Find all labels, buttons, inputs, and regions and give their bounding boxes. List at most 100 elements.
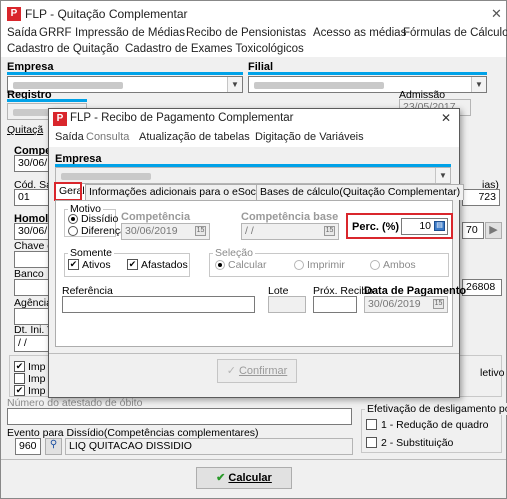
arrow-right-icon[interactable]: ▶ (485, 222, 502, 239)
imp-label-2: Imp (28, 373, 46, 385)
competencia-value: 30/06/2019 (125, 225, 178, 237)
reducao-quadro-label: 1 - Redução de quadro (381, 419, 489, 431)
calcular-radio[interactable] (215, 260, 225, 270)
dtini-field[interactable]: / / (14, 335, 50, 352)
recibo-dialog: P FLP - Recibo de Pagamento Complementar… (48, 108, 466, 398)
calendar-icon: 15 (195, 226, 206, 236)
evento-code-field[interactable]: 960 (15, 438, 41, 455)
data-pagamento-field: 30/06/2019 15 (364, 296, 448, 313)
blurred-text (61, 173, 151, 180)
geral-panel: Motivo Dissídio Diferença Competência 30… (55, 200, 466, 347)
dialog-title: FLP - Recibo de Pagamento Complementar (70, 112, 294, 124)
atestado-field[interactable] (7, 408, 352, 425)
afastados-checkbox[interactable]: ✔ (127, 259, 138, 270)
evento-desc-field: LIQ QUITACAO DISSIDIO (65, 438, 353, 455)
imp-checkbox-1[interactable]: ✔ (14, 361, 25, 372)
chevron-down-icon[interactable]: ▼ (227, 77, 242, 92)
dialog-menu-digitacao[interactable]: Digitação de Variáveis (255, 131, 364, 143)
imp-checkbox-3[interactable]: ✔ (14, 385, 25, 396)
prox-recibo-field[interactable] (313, 296, 357, 313)
imp-label-3: Imp (28, 385, 46, 397)
perc-field[interactable]: 10 ▤ (401, 218, 448, 235)
blurred-text (254, 82, 384, 89)
competencia-field: 30/06/2019 15 (121, 223, 210, 240)
check-icon: ✔ (216, 472, 226, 484)
ativos-label: Ativos (82, 259, 111, 271)
dialog-menubar: Saída Consulta Atualização de tabelas Di… (49, 129, 459, 147)
data-pagamento-value: 30/06/2019 (368, 298, 421, 310)
competencia-label: Competência (121, 211, 191, 223)
dialog-divider (49, 353, 459, 354)
competencia-base-field: / / 15 (241, 223, 339, 240)
cod-field[interactable]: 01 (14, 189, 50, 206)
menu-acesso-medias[interactable]: Acesso as médias (313, 27, 406, 39)
blurred-text (13, 82, 123, 89)
ias-field[interactable]: 723 (462, 189, 500, 206)
quitacao-label: Quitaçã (7, 124, 44, 136)
banco-field[interactable] (14, 279, 50, 296)
imprimir-radio[interactable] (294, 260, 304, 270)
menu-recibo-pensionistas[interactable]: Recibo de Pensionistas (186, 27, 306, 39)
ambos-radio[interactable] (370, 260, 380, 270)
tab-esocial[interactable]: Informações adicionais para o eSocial (85, 184, 271, 200)
somente-label: Somente (68, 247, 115, 259)
dialog-menu-atualizacao[interactable]: Atualização de tabelas (139, 131, 250, 143)
divider (1, 459, 506, 460)
chevron-down-icon[interactable]: ▼ (471, 77, 486, 92)
menu-cadastro-exames[interactable]: Cadastro de Exames Toxicológicos (125, 43, 304, 55)
referencia-field[interactable] (62, 296, 255, 313)
filial-underline (248, 72, 487, 75)
substituicao-label: 2 - Substituição (381, 437, 454, 449)
perc-label: Perc. (%) (352, 221, 400, 233)
menu-saida[interactable]: Saída (7, 27, 37, 39)
registro-underline (7, 99, 87, 102)
afastados-label: Afastados (141, 259, 188, 271)
window-title: FLP - Quitação Complementar (25, 7, 188, 21)
menu-formulas-calculos[interactable]: Fórmulas de Cálculos (403, 27, 507, 39)
confirmar-button[interactable]: ✓ Confirmar (217, 359, 297, 383)
compe-field[interactable]: 30/06/ (14, 155, 50, 172)
dissidio-radio[interactable] (68, 214, 78, 224)
calendar-icon: 15 (324, 226, 335, 236)
dialog-titlebar: P FLP - Recibo de Pagamento Complementar… (49, 109, 459, 129)
dialog-menu-consulta[interactable]: Consulta (86, 131, 129, 143)
menu-impressao-medias[interactable]: Impressão de Médias (75, 27, 185, 39)
close-icon[interactable]: ✕ (491, 6, 502, 22)
tab-bases-calculo[interactable]: Bases de cálculo(Quitação Complementar) (256, 184, 465, 200)
check-icon: ✓ (226, 365, 236, 377)
menu-cadastro-quitacao[interactable]: Cadastro de Quitação (7, 43, 119, 55)
dialog-close-icon[interactable]: ✕ (441, 111, 451, 125)
ambos-label: Ambos (383, 259, 416, 271)
diferenca-radio[interactable] (68, 226, 78, 236)
empresa-underline (7, 72, 243, 75)
perc-value: 10 (419, 220, 431, 232)
lote-field (268, 296, 306, 313)
competencia-base-value: / / (245, 225, 254, 237)
competencia-base-label: Competência base (241, 211, 339, 223)
ativos-checkbox[interactable]: ✔ (68, 259, 79, 270)
imp-label-1: Imp (28, 361, 46, 373)
letivo-label: letivo (480, 367, 505, 379)
chave-field[interactable] (14, 251, 50, 268)
homolo-field[interactable]: 30/06/ (14, 223, 50, 240)
banco-value-field[interactable]: 26808 (462, 279, 502, 296)
calcular-button[interactable]: ✔ Calcular (196, 467, 292, 489)
calculator-icon[interactable]: ▤ (434, 221, 445, 231)
imp-checkbox-2[interactable] (14, 373, 25, 384)
menu-grrf[interactable]: GRRF (39, 27, 72, 39)
filial-select[interactable]: ▼ (248, 76, 487, 93)
dialog-menu-saida[interactable]: Saída (55, 131, 84, 143)
substituicao-checkbox[interactable] (366, 437, 377, 448)
tab-geral-highlight (54, 182, 82, 201)
main-menubar: Saída GRRF Impressão de Médias Recibo de… (1, 23, 507, 57)
search-icon[interactable]: ⚲ (45, 438, 62, 455)
agencia-field[interactable] (14, 308, 50, 325)
chevron-down-icon[interactable]: ▼ (435, 168, 450, 183)
diferenca-label: Diferença (81, 225, 126, 237)
imprimir-label: Imprimir (307, 259, 345, 271)
calcular-option-label: Calcular (228, 259, 267, 271)
dialog-empresa-select[interactable]: ▼ (55, 167, 451, 184)
value-70-field[interactable]: 70 (462, 222, 484, 239)
reducao-quadro-checkbox[interactable] (366, 419, 377, 430)
calcular-label: Calcular (228, 472, 272, 484)
